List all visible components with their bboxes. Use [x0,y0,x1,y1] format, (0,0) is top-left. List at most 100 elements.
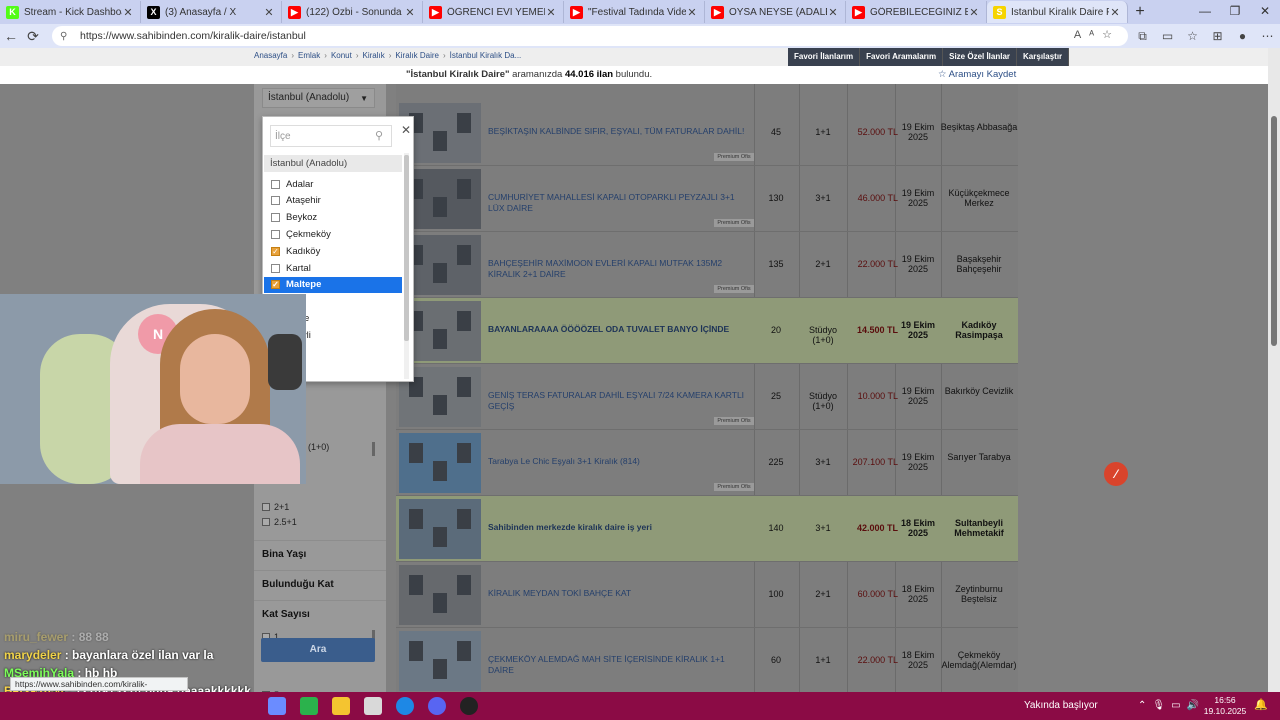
filter-floor-count[interactable]: Kat Sayısı [254,600,386,628]
tab-close-icon[interactable]: ✕ [968,6,980,19]
system-tray-icons[interactable]: ⌃🎙▭🔊 [1138,700,1205,711]
room-option-partial[interactable]: (1+0) [308,442,329,452]
checkbox[interactable] [262,518,270,526]
breadcrumb-item[interactable]: Anasayfa [254,51,287,60]
listing-title[interactable]: GENİŞ TERAS FATURALAR DAHİL EŞYALI 7/24 … [488,390,750,412]
menu-icon[interactable]: ⋯ [1255,29,1280,43]
tab-close-icon[interactable]: ✕ [263,6,275,19]
search-icon[interactable]: ⚲ [375,129,383,142]
listing-row[interactable]: ÇEKMEKÖY ALEMDAĞ MAH SİTE İÇERİSİNDE KİR… [396,628,1018,692]
extensions-icon[interactable]: ⧉ [1130,29,1155,44]
district-option[interactable]: Adalar [264,176,402,192]
filter-floor[interactable]: Bulunduğu Kat [254,570,386,598]
district-option[interactable]: ✓ Kadıköy [264,243,402,259]
breadcrumb-item[interactable]: Konut [331,51,352,60]
listing-row[interactable]: BAHÇEŞEHİR MAXİMOON EVLERİ KAPALI MUTFAK… [396,232,1018,298]
listing-thumbnail[interactable] [399,433,481,493]
taskbar-notification[interactable]: Yakında başlıyor [1024,700,1098,711]
minimize-icon[interactable]: — [1190,0,1220,24]
store-app-icon[interactable] [364,697,382,715]
district-checkbox[interactable]: ✓ [271,280,280,290]
site-info-icon[interactable]: ⚲ [60,31,72,42]
chat-username[interactable]: marydeler [4,648,61,662]
district-option[interactable]: Kartal [264,260,402,276]
floating-brand-icon[interactable]: ⁄ [1104,462,1128,486]
tab-close-icon[interactable]: ✕ [827,6,839,19]
edge-app-icon[interactable] [396,697,414,715]
dropdown-scrollbar[interactable] [404,153,409,379]
account-button[interactable]: Size Özel İlanlar [943,48,1018,66]
listing-title[interactable]: BEŞİKTAŞIN KALBİNDE SIFIR, EŞYALI, TÜM F… [488,126,750,137]
restore-icon[interactable]: ❐ [1220,0,1250,24]
district-search-input[interactable]: İlçe [270,125,392,147]
district-option[interactable]: Çekmeköy [264,226,402,242]
taskbar-clock[interactable]: 16:56 19.10.2025 [1200,695,1250,717]
listing-title[interactable]: BAHÇEŞEHİR MAXİMOON EVLERİ KAPALI MUTFAK… [488,258,750,280]
breadcrumb-item[interactable]: İstanbul Kiralık Da... [450,51,522,60]
profile-icon[interactable]: ● [1230,29,1255,43]
close-icon[interactable]: ✕ [401,123,411,137]
tab-close-icon[interactable]: ✕ [545,6,557,19]
dropdown-scroll-thumb[interactable] [404,155,409,341]
tab-close-icon[interactable]: ✕ [404,6,416,19]
tab-close-icon[interactable]: ✕ [1109,6,1121,19]
listing-title[interactable]: Sahibinden merkezde kiralık daire iş yer… [488,522,750,533]
tab-close-icon[interactable]: ✕ [122,6,134,19]
district-option[interactable]: ✓ Maltepe [264,276,402,293]
listing-row[interactable]: BEŞİKTAŞIN KALBİNDE SIFIR, EŞYALI, TÜM F… [396,100,1018,166]
listing-thumbnail[interactable] [399,631,481,691]
reload-icon[interactable]: ⟳ [22,28,44,45]
district-option[interactable]: Beykoz [264,210,402,226]
listing-thumbnail[interactable] [399,565,481,625]
listing-thumbnail[interactable] [399,499,481,559]
city-select[interactable]: İstanbul (Anadolu) ▼ [262,88,375,108]
breadcrumb-item[interactable]: Emlak [298,51,320,60]
new-tab-button[interactable]: + [1128,3,1152,21]
district-checkbox[interactable] [271,229,280,239]
window-close-icon[interactable]: ✕ [1250,0,1280,24]
page-scrollbar[interactable] [1268,48,1280,692]
collections-icon[interactable]: ⊞ [1205,29,1230,43]
listing-title[interactable]: CUMHURİYET MAHALLESİ KAPALI OTOPARKLI PE… [488,192,750,214]
listing-row[interactable]: CUMHURİYET MAHALLESİ KAPALI OTOPARKLI PE… [396,166,1018,232]
back-icon[interactable]: ← [0,28,22,44]
district-option[interactable]: Ataşehir [264,193,402,209]
sidebar-icon[interactable]: ▭ [1155,29,1180,43]
checkbox[interactable] [262,503,270,511]
district-checkbox[interactable] [271,196,280,206]
save-search-link[interactable]: ☆ Aramayı Kaydet [938,69,1016,80]
chrome-app-icon[interactable] [300,697,318,715]
browser-tab[interactable]: ▶ ÖĞRENCİ EVİ YEMEKTEYİZ 2✕ [423,1,564,23]
chat-username[interactable]: miru_fewer [4,630,68,644]
browser-tab[interactable]: S İstanbul Kiralık Daire Fiyatla✕ [987,1,1128,23]
obs-app-icon[interactable] [460,697,478,715]
district-checkbox[interactable] [271,263,280,273]
explorer-app-icon[interactable] [332,697,350,715]
discord-app-icon[interactable] [428,697,446,715]
district-checkbox[interactable] [271,179,280,189]
listing-row[interactable]: Tarabya Le Chic Eşyalı 3+1 Kiralık (814)… [396,430,1018,496]
url-action-icons[interactable]: Aᴬ☆ [1074,28,1120,41]
room-option-2-5-1[interactable]: 2.5+1 [262,517,297,527]
browser-tab[interactable]: K Stream - Kick Dashboard✕ [0,1,141,23]
browser-tab[interactable]: ▶ OYSA NEYSE (ADALET) #92✕ [705,1,846,23]
listing-title[interactable]: BAYANLARAAAA ÖÖÖÖZEL ODA TUVALET BANYO İ… [488,324,750,335]
account-button[interactable]: Karşılaştır [1017,48,1070,66]
district-checkbox[interactable]: ✓ [271,246,280,256]
listing-title[interactable]: Tarabya Le Chic Eşyalı 3+1 Kiralık (814) [488,456,750,467]
copilot-app-icon[interactable] [268,697,286,715]
browser-tab[interactable]: ▶ GÖREBİLECEĞİNİZ EN ŞEYTA✕ [846,1,987,23]
listing-title[interactable]: ÇEKMEKÖY ALEMDAĞ MAH SİTE İÇERİSİNDE KİR… [488,654,750,676]
scrollbar-thumb[interactable] [1271,116,1277,346]
notification-bell-icon[interactable]: 🔔 [1254,698,1268,711]
room-scroll[interactable] [372,442,375,456]
account-button[interactable]: Favori İlanlarım [788,48,861,66]
browser-tab[interactable]: ▶ (122) Özbi - Sonunda D ✕ [282,1,423,23]
listing-row[interactable]: Sahibinden merkezde kiralık daire iş yer… [396,496,1018,562]
breadcrumb-item[interactable]: Kiralık Daire [395,51,439,60]
url-input[interactable]: ⚲ https://www.sahibinden.com/kiralik-dai… [52,26,1128,46]
listing-row[interactable]: GENİŞ TERAS FATURALAR DAHİL EŞYALI 7/24 … [396,364,1018,430]
listing-row[interactable]: BAYANLARAAAA ÖÖÖÖZEL ODA TUVALET BANYO İ… [396,298,1018,364]
browser-tab[interactable]: ▶ "Festival Tadında Video" Kick✕ [564,1,705,23]
room-option-2-1[interactable]: 2+1 [262,502,289,512]
